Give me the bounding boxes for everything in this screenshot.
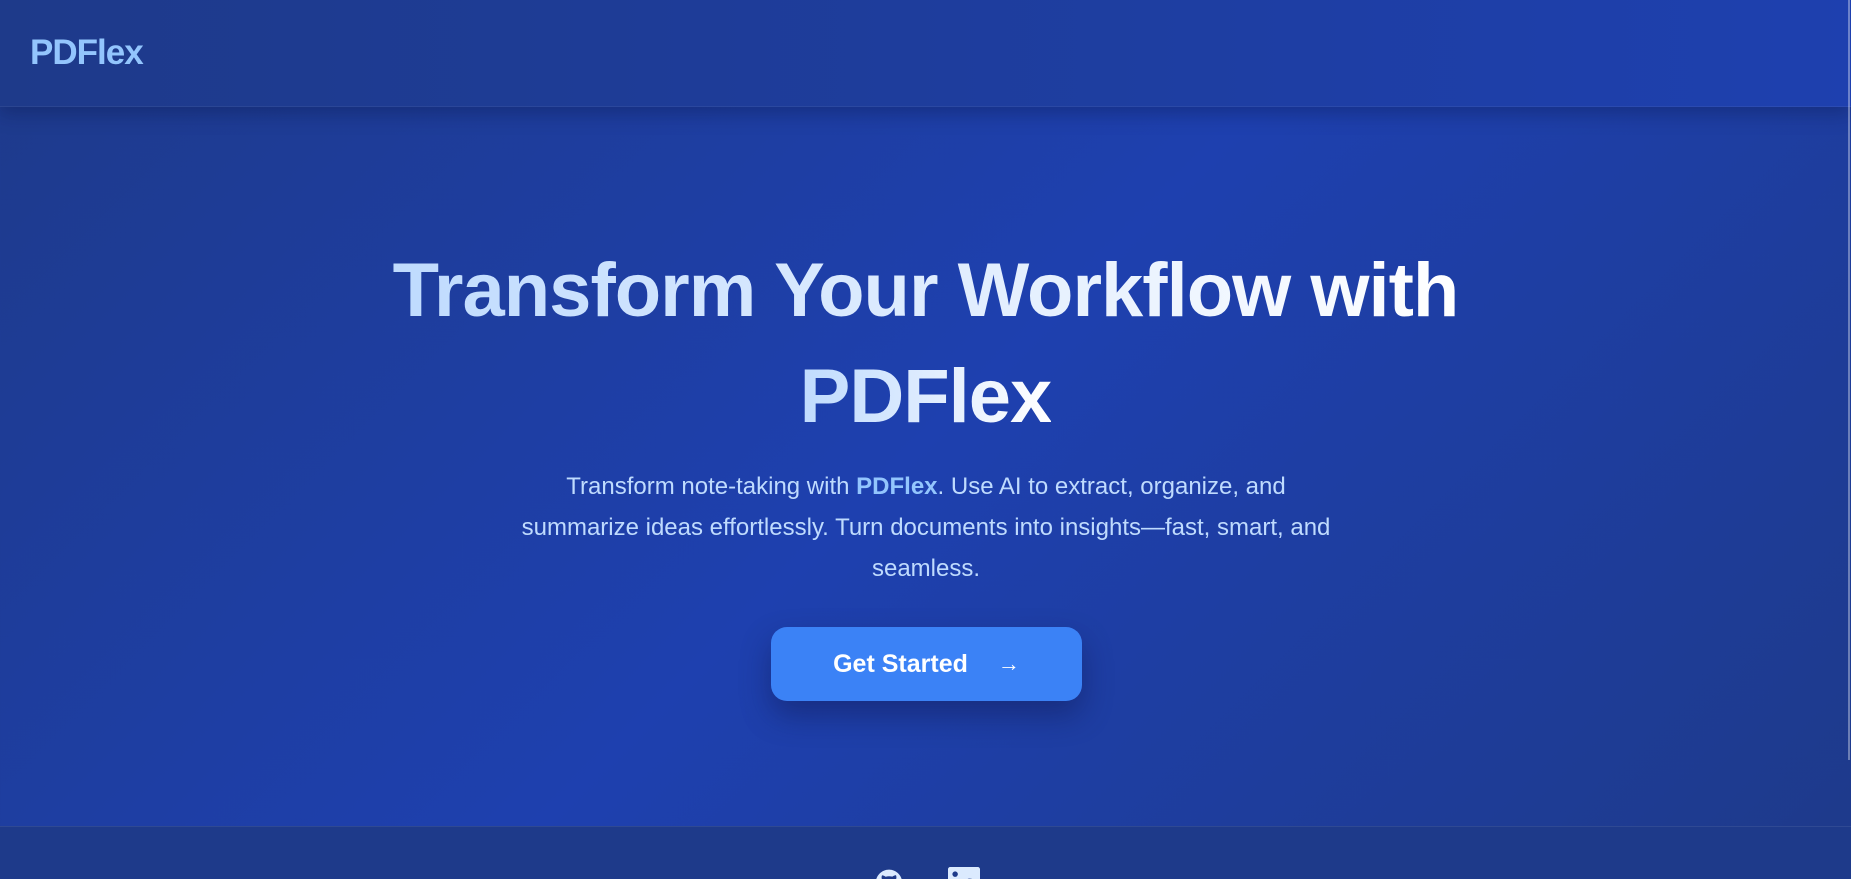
linkedin-icon[interactable]: [948, 867, 980, 879]
hero-subtext: Transform note-taking with PDFlex. Use A…: [505, 466, 1347, 589]
subtext-before: Transform note-taking with: [566, 473, 857, 500]
subtext-brand: PDFlex: [856, 473, 938, 500]
logo[interactable]: PDFlex: [30, 33, 144, 73]
site-header: PDFlex: [0, 0, 1851, 107]
site-footer: [0, 826, 1851, 879]
get-started-label: Get Started: [833, 649, 968, 678]
headline-line-1: Transform Your Workflow with: [392, 248, 1460, 333]
get-started-button[interactable]: Get Started →: [771, 627, 1082, 701]
arrow-right-icon: →: [997, 651, 1020, 676]
github-icon[interactable]: [873, 867, 905, 879]
hero-section: Transform Your Workflow with PDFlex Tran…: [0, 106, 1851, 826]
hero-headline: Transform Your Workflow with PDFlex: [0, 238, 1851, 450]
headline-line-2: PDFlex: [799, 354, 1053, 439]
scrollbar-edge: [1848, 0, 1850, 760]
